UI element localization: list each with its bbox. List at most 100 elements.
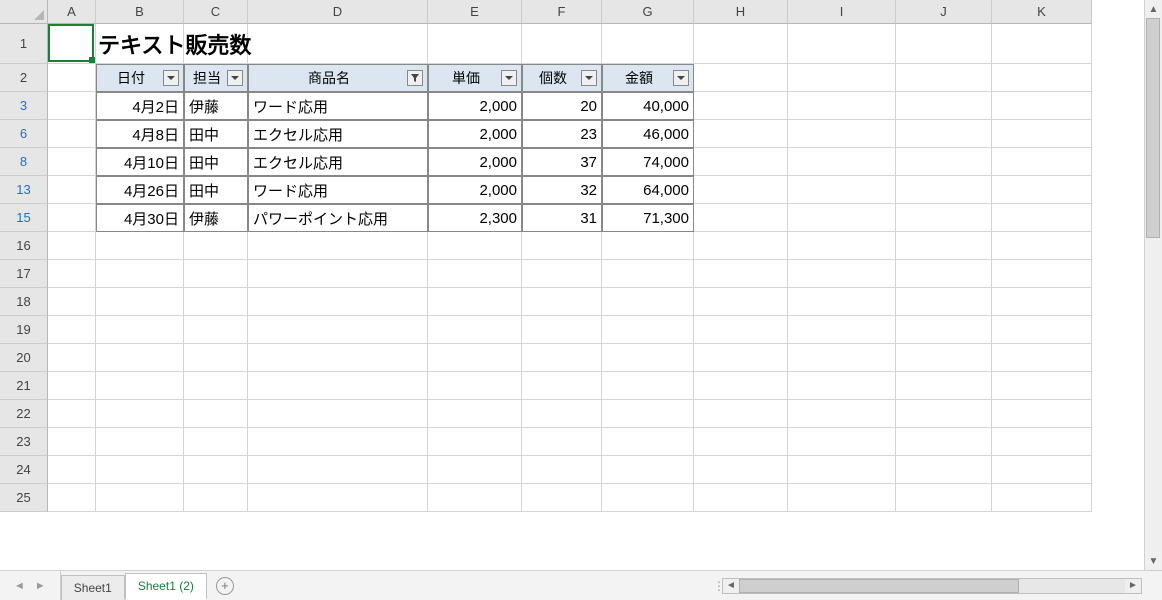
cell[interactable] bbox=[48, 176, 96, 204]
cell[interactable] bbox=[788, 372, 896, 400]
cell[interactable] bbox=[248, 260, 428, 288]
row-header-23[interactable]: 23 bbox=[0, 428, 48, 456]
cell[interactable] bbox=[694, 484, 788, 512]
column-header-J[interactable]: J bbox=[896, 0, 992, 24]
row-header-13[interactable]: 13 bbox=[0, 176, 48, 204]
cell[interactable] bbox=[48, 148, 96, 176]
cell[interactable] bbox=[896, 372, 992, 400]
cell[interactable] bbox=[602, 24, 694, 64]
cell[interactable] bbox=[248, 24, 428, 64]
cell[interactable] bbox=[992, 92, 1092, 120]
column-header-I[interactable]: I bbox=[788, 0, 896, 24]
cell[interactable] bbox=[48, 24, 96, 64]
cell[interactable] bbox=[694, 232, 788, 260]
cell[interactable] bbox=[184, 260, 248, 288]
cell[interactable] bbox=[48, 260, 96, 288]
column-header-K[interactable]: K bbox=[992, 0, 1092, 24]
cell[interactable] bbox=[992, 484, 1092, 512]
cell[interactable] bbox=[694, 120, 788, 148]
tab-next-icon[interactable]: ► bbox=[35, 580, 46, 592]
vertical-scrollbar[interactable]: ▲ ▼ bbox=[1144, 0, 1162, 570]
scroll-down-arrow[interactable]: ▼ bbox=[1145, 552, 1162, 570]
table-header-0[interactable]: 日付 bbox=[96, 64, 184, 92]
cell[interactable] bbox=[248, 428, 428, 456]
cell[interactable] bbox=[788, 232, 896, 260]
table-cell-product[interactable]: エクセル応用 bbox=[248, 120, 428, 148]
table-cell-product[interactable]: パワーポイント応用 bbox=[248, 204, 428, 232]
cell[interactable] bbox=[788, 92, 896, 120]
scroll-up-arrow[interactable]: ▲ bbox=[1145, 0, 1162, 18]
cell[interactable] bbox=[992, 344, 1092, 372]
cell[interactable] bbox=[48, 456, 96, 484]
cell[interactable] bbox=[428, 400, 522, 428]
column-header-B[interactable]: B bbox=[96, 0, 184, 24]
table-cell-date[interactable]: 4月8日 bbox=[96, 120, 184, 148]
table-cell-staff[interactable]: 伊藤 bbox=[184, 92, 248, 120]
cell[interactable] bbox=[896, 288, 992, 316]
table-cell-qty[interactable]: 37 bbox=[522, 148, 602, 176]
cell[interactable] bbox=[522, 260, 602, 288]
cell[interactable]: テキスト販売数 bbox=[96, 24, 184, 64]
cell[interactable] bbox=[96, 400, 184, 428]
table-header-1[interactable]: 担当 bbox=[184, 64, 248, 92]
cell[interactable] bbox=[896, 456, 992, 484]
table-cell-staff[interactable]: 田中 bbox=[184, 176, 248, 204]
cell[interactable] bbox=[992, 148, 1092, 176]
cell[interactable] bbox=[694, 344, 788, 372]
table-header-4[interactable]: 個数 bbox=[522, 64, 602, 92]
row-header-22[interactable]: 22 bbox=[0, 400, 48, 428]
cell[interactable] bbox=[896, 400, 992, 428]
filter-active-icon[interactable] bbox=[407, 70, 423, 86]
cell[interactable] bbox=[896, 204, 992, 232]
cell[interactable] bbox=[694, 456, 788, 484]
table-cell-staff[interactable]: 伊藤 bbox=[184, 204, 248, 232]
scroll-left-arrow[interactable]: ◄ bbox=[723, 579, 739, 593]
cell[interactable] bbox=[96, 428, 184, 456]
table-cell-product[interactable]: ワード応用 bbox=[248, 176, 428, 204]
cell[interactable] bbox=[428, 456, 522, 484]
cell[interactable] bbox=[694, 316, 788, 344]
cell[interactable] bbox=[96, 372, 184, 400]
vscroll-thumb[interactable] bbox=[1146, 18, 1160, 238]
cell[interactable] bbox=[248, 456, 428, 484]
cell[interactable] bbox=[184, 428, 248, 456]
cell[interactable] bbox=[184, 288, 248, 316]
cell[interactable] bbox=[788, 260, 896, 288]
cell[interactable] bbox=[522, 484, 602, 512]
cell[interactable] bbox=[896, 260, 992, 288]
cell[interactable] bbox=[522, 316, 602, 344]
table-cell-qty[interactable]: 23 bbox=[522, 120, 602, 148]
cell-grid[interactable]: テキスト販売数日付担当商品名単価個数金額4月2日伊藤ワード応用2,0002040… bbox=[48, 24, 1092, 512]
cell[interactable] bbox=[896, 120, 992, 148]
cell[interactable] bbox=[522, 232, 602, 260]
column-header-E[interactable]: E bbox=[428, 0, 522, 24]
cell[interactable] bbox=[694, 24, 788, 64]
cell[interactable] bbox=[896, 428, 992, 456]
cell[interactable] bbox=[896, 24, 992, 64]
tab-nav-arrows[interactable]: ◄ ► bbox=[0, 571, 61, 600]
column-header-F[interactable]: F bbox=[522, 0, 602, 24]
cell[interactable] bbox=[788, 316, 896, 344]
cell[interactable] bbox=[992, 400, 1092, 428]
cell[interactable] bbox=[48, 232, 96, 260]
table-cell-amount[interactable]: 71,300 bbox=[602, 204, 694, 232]
row-header-6[interactable]: 6 bbox=[0, 120, 48, 148]
cell[interactable] bbox=[694, 92, 788, 120]
cell[interactable] bbox=[48, 120, 96, 148]
table-cell-date[interactable]: 4月2日 bbox=[96, 92, 184, 120]
cell[interactable] bbox=[96, 316, 184, 344]
cell[interactable] bbox=[248, 316, 428, 344]
sheet-tab[interactable]: Sheet1 (2) bbox=[125, 573, 207, 600]
cell[interactable] bbox=[184, 232, 248, 260]
cell[interactable] bbox=[48, 316, 96, 344]
cell[interactable] bbox=[248, 288, 428, 316]
cell[interactable] bbox=[522, 344, 602, 372]
cell[interactable] bbox=[992, 204, 1092, 232]
cell[interactable] bbox=[248, 232, 428, 260]
cell[interactable] bbox=[428, 288, 522, 316]
row-header-21[interactable]: 21 bbox=[0, 372, 48, 400]
cell[interactable] bbox=[694, 428, 788, 456]
cell[interactable] bbox=[428, 484, 522, 512]
add-sheet-button[interactable]: + bbox=[207, 571, 243, 600]
cell[interactable] bbox=[96, 232, 184, 260]
